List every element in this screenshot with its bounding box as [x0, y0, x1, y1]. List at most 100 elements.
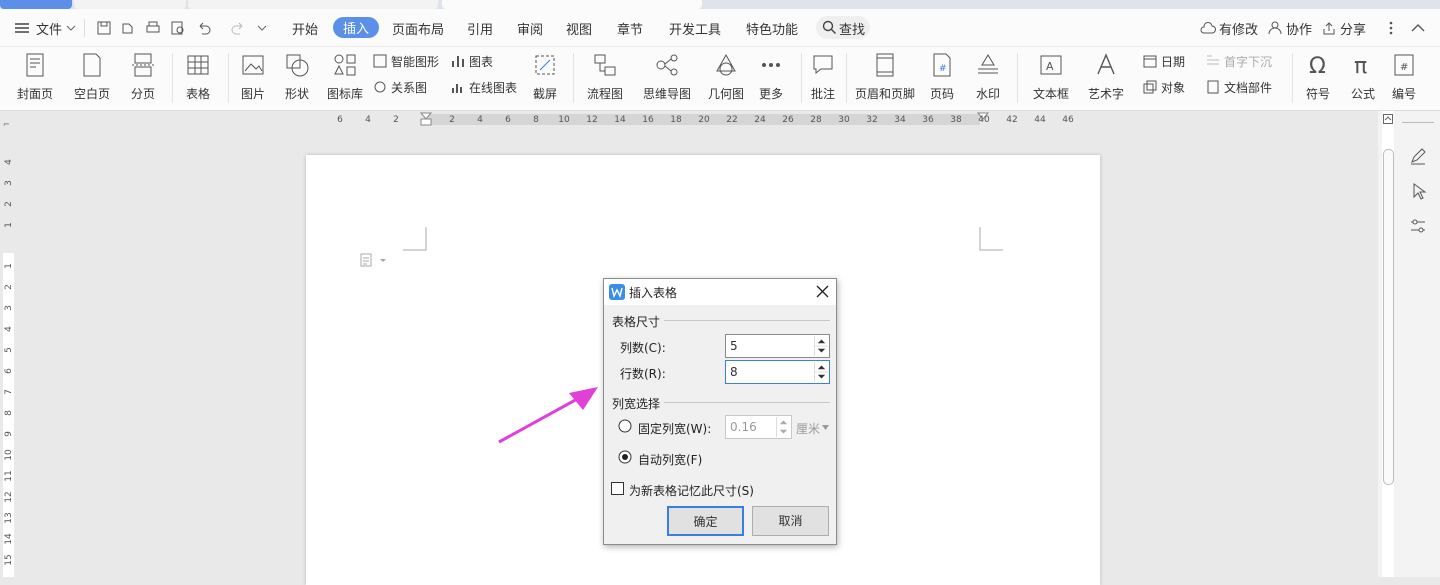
comment-button[interactable]: 批注: [793, 51, 853, 107]
online-chart-button[interactable]: 在线图表: [450, 79, 517, 99]
home-tab[interactable]: [0, 0, 72, 9]
tab-insert[interactable]: 插入: [333, 17, 380, 38]
ruler-h-tick-label: 38: [950, 115, 962, 125]
settings-sliders-icon[interactable]: [1409, 217, 1427, 235]
ruler-h-tick-label: 42: [1006, 115, 1017, 125]
table-button[interactable]: 表格: [168, 51, 228, 107]
mindmap-button[interactable]: 思维导图: [637, 51, 697, 107]
watermark-button[interactable]: 水印: [958, 51, 1018, 107]
unit-dropdown[interactable]: 厘米: [796, 420, 820, 437]
rows-stepper-arrows-icon[interactable]: [814, 362, 828, 382]
icon-library-button[interactable]: 图标库: [315, 51, 375, 107]
margin-mark-top-right: [979, 227, 1003, 251]
ruler-h-tick-label: 46: [1062, 115, 1074, 125]
scroll-up-icon[interactable]: [1383, 114, 1393, 124]
table-label: 表格: [185, 87, 210, 101]
date-label: 日期: [1161, 55, 1186, 69]
ruler-h-tick-label: 32: [866, 115, 877, 125]
date-button[interactable]: 日期: [1142, 53, 1185, 73]
chevron-down-icon[interactable]: [66, 24, 76, 32]
dialog-titlebar[interactable]: 插入表格: [604, 279, 836, 305]
wordart-button[interactable]: 艺术字: [1076, 51, 1136, 107]
remember-size-label: 为新表格记忆此尺寸(S): [629, 484, 754, 498]
svg-text:Ω: Ω: [1309, 54, 1326, 79]
vertical-scrollbar[interactable]: [1382, 111, 1394, 577]
tab-view[interactable]: 视图: [566, 19, 592, 38]
cancel-button[interactable]: 取消: [752, 506, 829, 536]
tab-page-layout[interactable]: 页面布局: [392, 19, 444, 38]
remember-size-checkbox[interactable]: [611, 482, 624, 495]
redo-icon[interactable]: [230, 20, 246, 36]
horizontal-ruler[interactable]: 6 4 2 2 4 6 8 10 12 14 16 18 20 22 24 26 28 30 32 34 36 38 40 4…: [320, 112, 1090, 126]
vertical-ruler[interactable]: 4321123456789101112131415: [0, 127, 16, 577]
smartart-button[interactable]: 智能图形: [372, 53, 439, 73]
docpart-button[interactable]: 文档部件: [1205, 79, 1272, 99]
hamburger-icon[interactable]: [14, 22, 30, 34]
numbering-button[interactable]: # 编号: [1374, 51, 1434, 107]
more-button[interactable]: 更多: [741, 51, 801, 107]
ruler-v-tick-label: 2: [4, 201, 14, 207]
cols-spinner[interactable]: 5: [725, 334, 830, 358]
auto-width-radio[interactable]: [618, 450, 632, 464]
export-icon[interactable]: [120, 20, 136, 36]
object-button[interactable]: 对象: [1142, 79, 1185, 99]
screenshot-button[interactable]: 截屏: [515, 51, 575, 107]
share-button[interactable]: 分享: [1340, 19, 1366, 38]
doc-tab-2[interactable]: [188, 0, 438, 9]
doc-tab-active[interactable]: [442, 0, 702, 9]
tab-references[interactable]: 引用: [467, 19, 493, 38]
save-icon[interactable]: [96, 20, 112, 36]
tab-developer[interactable]: 开发工具: [669, 19, 721, 38]
cloud-icon: [1200, 22, 1216, 34]
ruler-h-tick-label: 40: [978, 115, 990, 125]
print-preview-icon[interactable]: [170, 20, 186, 36]
tab-special[interactable]: 特色功能: [746, 19, 798, 38]
scrollbar-thumb[interactable]: [1383, 149, 1394, 485]
cols-label: 列数(C):: [620, 341, 666, 355]
ok-button[interactable]: 确定: [667, 506, 744, 536]
docpart-icon: [1207, 80, 1219, 94]
svg-text:π: π: [1354, 54, 1367, 79]
tab-review[interactable]: 审阅: [517, 19, 543, 38]
search-box[interactable]: 查找: [816, 16, 870, 39]
doc-tab-1[interactable]: [74, 0, 186, 9]
fixed-width-spinner[interactable]: 0.16: [725, 415, 792, 439]
chart-button[interactable]: 图表: [450, 53, 493, 73]
file-menu[interactable]: 文件: [36, 19, 62, 38]
print-icon[interactable]: [145, 20, 161, 36]
relation-button[interactable]: 关系图: [372, 79, 427, 99]
flowchart-button[interactable]: 流程图: [575, 51, 635, 107]
cursor-select-icon[interactable]: [1411, 182, 1427, 200]
rows-spinner[interactable]: 8: [725, 360, 830, 384]
fixed-width-stepper-icon[interactable]: [776, 417, 790, 437]
quick-access-chevron-icon[interactable]: [257, 24, 267, 32]
page-break-button[interactable]: 分页: [113, 51, 173, 107]
textbox-button[interactable]: A 文本框: [1021, 51, 1081, 107]
cover-page-button[interactable]: 封面页: [5, 51, 65, 107]
unit-chevron-icon[interactable]: [822, 425, 829, 430]
ruler-h-tick-label: 26: [782, 115, 794, 125]
ruler-v-tick-label: 1: [4, 222, 14, 228]
fixed-width-radio[interactable]: [618, 419, 632, 433]
more-vertical-icon[interactable]: [1388, 21, 1394, 35]
ruler-h-tick-label: 30: [838, 115, 850, 125]
cols-stepper-arrows-icon[interactable]: [814, 336, 828, 356]
collab-button[interactable]: 协作: [1286, 19, 1312, 38]
close-icon[interactable]: [816, 285, 829, 298]
dropcap-button[interactable]: 首字下沉: [1205, 53, 1272, 73]
undo-icon[interactable]: [196, 20, 212, 36]
ruler-h-tick-label: 10: [558, 115, 570, 125]
tab-chapter[interactable]: 章节: [617, 19, 643, 38]
geometry-icon: [716, 53, 736, 76]
fixed-width-value: 0.16: [730, 420, 757, 434]
header-footer-button[interactable]: 页眉和页脚: [855, 51, 915, 107]
watermark-label: 水印: [975, 87, 1000, 101]
tab-start[interactable]: 开始: [292, 19, 318, 38]
collapse-ribbon-icon[interactable]: [1411, 23, 1425, 33]
paragraph-format-icon[interactable]: [360, 253, 388, 267]
modified-status[interactable]: 有修改: [1219, 19, 1258, 38]
smartart-label: 智能图形: [391, 55, 440, 69]
edit-pen-icon[interactable]: [1409, 147, 1427, 165]
user-icon: [1268, 21, 1282, 35]
ruler-h-tick-label: 8: [533, 115, 539, 125]
